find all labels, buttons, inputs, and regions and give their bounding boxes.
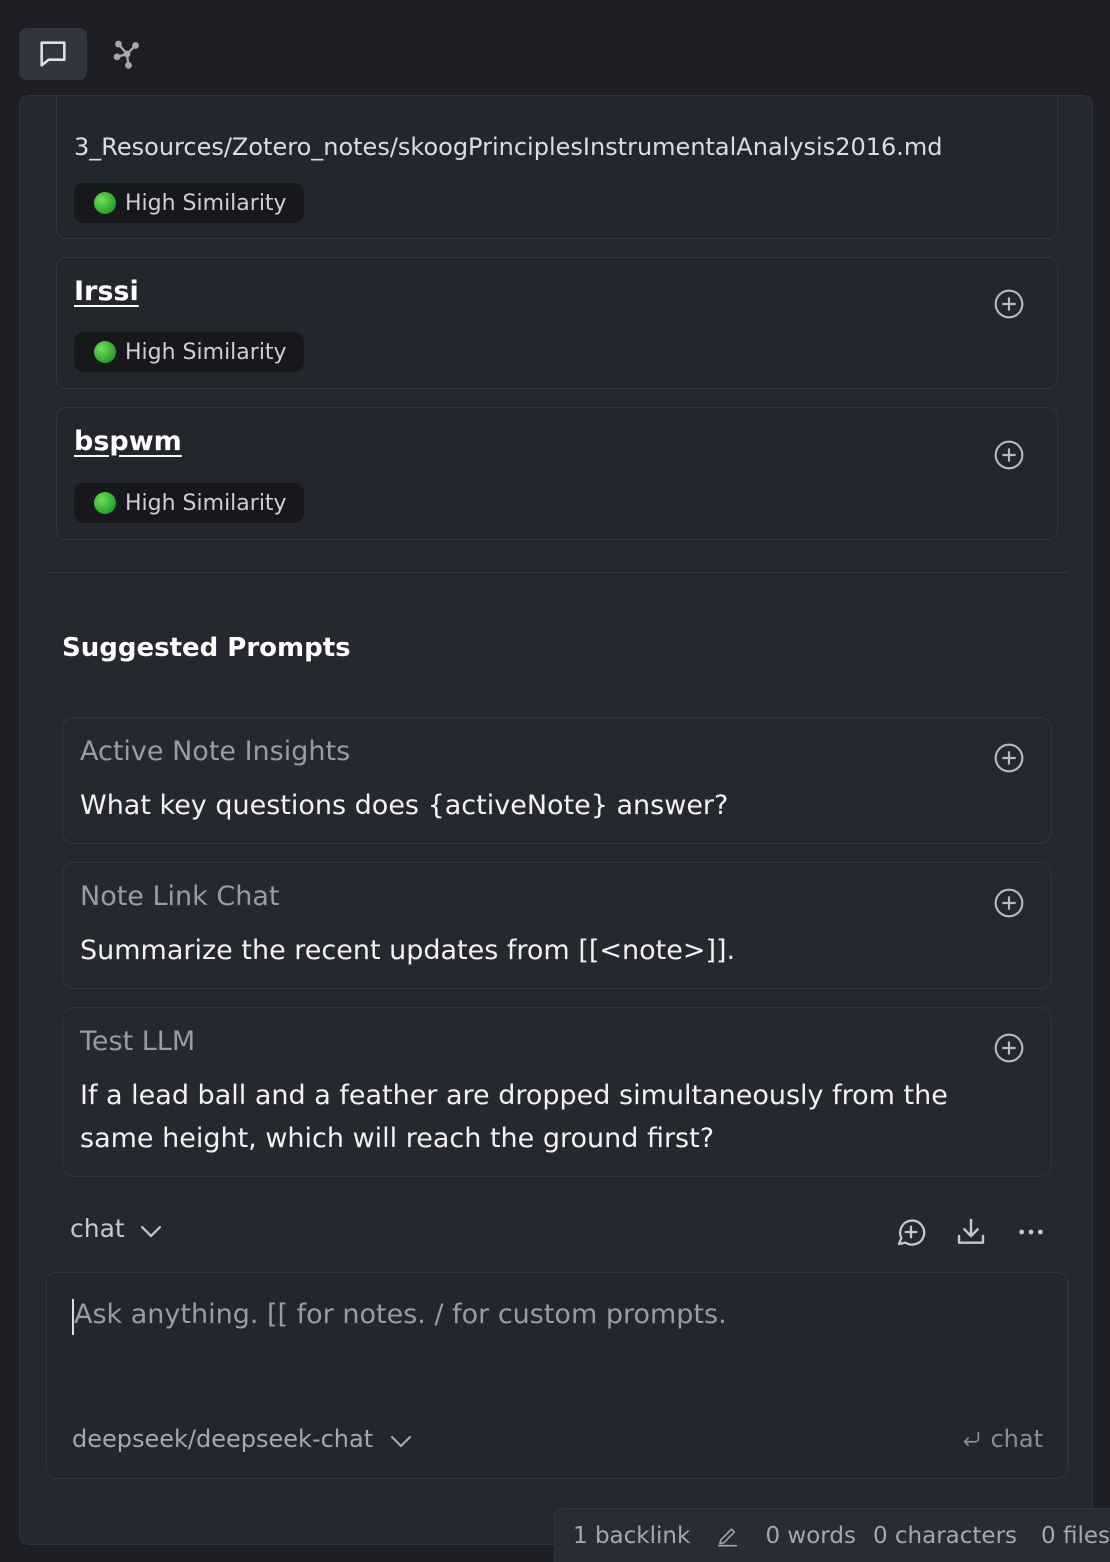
model-label: deepseek/deepseek-chat xyxy=(72,1425,374,1453)
pencil-icon[interactable] xyxy=(716,1521,739,1551)
similarity-label: High Similarity xyxy=(125,490,287,516)
tab-relevant-notes[interactable] xyxy=(95,28,159,80)
green-circle-icon xyxy=(94,492,116,514)
chat-input[interactable]: Ask anything. [[ for notes. / for custom… xyxy=(74,1299,727,1330)
new-chat-icon xyxy=(897,1219,926,1246)
chevron-down-icon xyxy=(140,1225,161,1238)
prompt-title: Note Link Chat xyxy=(80,881,280,912)
relevant-note-card[interactable]: Irssi High Similarity xyxy=(56,257,1058,389)
graph-icon xyxy=(113,40,139,69)
word-count: 0 words xyxy=(765,1522,856,1549)
plus-circle-icon xyxy=(994,743,1024,773)
chat-mode-dropdown[interactable]: chat xyxy=(70,1214,163,1243)
use-prompt-button[interactable] xyxy=(992,886,1026,920)
prompt-text: If a lead ball and a feather are dropped… xyxy=(80,1080,948,1154)
chevron-down-icon xyxy=(391,1435,412,1448)
green-circle-icon xyxy=(94,341,116,363)
more-options-button[interactable] xyxy=(1013,1214,1049,1250)
prompt-title: Active Note Insights xyxy=(80,736,351,767)
send-button[interactable]: chat xyxy=(960,1425,1043,1453)
more-icon xyxy=(1019,1229,1043,1235)
note-path[interactable]: 3_Resources/Zotero_notes/skoogPrinciples… xyxy=(74,133,943,161)
add-to-context-button[interactable] xyxy=(992,438,1026,472)
relevant-note-card[interactable]: 3_Resources/Zotero_notes/skoogPrinciples… xyxy=(56,96,1058,239)
plus-circle-icon xyxy=(994,440,1024,470)
backlink-count[interactable]: 1 backlink xyxy=(573,1523,690,1549)
message-square-icon xyxy=(40,41,66,67)
prompt-text: Summarize the recent updates from [[<not… xyxy=(80,935,736,966)
similarity-badge: High Similarity xyxy=(74,183,304,223)
suggested-prompt-card[interactable]: Active Note Insights What key questions … xyxy=(62,717,1052,844)
plus-circle-icon xyxy=(994,1033,1024,1063)
suggested-prompt-card[interactable]: Note Link Chat Summarize the recent upda… xyxy=(62,862,1052,989)
similarity-badge: High Similarity xyxy=(74,332,304,372)
file-count: 0 files xyxy=(1041,1522,1110,1549)
prompt-title: Test LLM xyxy=(80,1026,196,1057)
similarity-label: High Similarity xyxy=(125,190,287,216)
prompt-text: What key questions does {activeNote} ans… xyxy=(80,790,729,821)
plus-circle-icon xyxy=(994,888,1024,918)
download-icon xyxy=(957,1218,985,1244)
send-label: chat xyxy=(990,1425,1043,1453)
suggested-prompts-heading: Suggested Prompts xyxy=(62,633,351,663)
chat-mode-label: chat xyxy=(70,1214,125,1243)
use-prompt-button[interactable] xyxy=(992,1031,1026,1065)
tab-chat[interactable] xyxy=(19,28,87,80)
note-title-link[interactable]: Irssi xyxy=(74,276,139,307)
similarity-label: High Similarity xyxy=(125,339,287,365)
copilot-panel: 3_Resources/Zotero_notes/skoogPrinciples… xyxy=(19,95,1093,1545)
character-count: 0 characters xyxy=(872,1522,1018,1549)
new-chat-button[interactable] xyxy=(893,1214,929,1250)
note-title-link[interactable]: bspwm xyxy=(74,426,182,457)
green-circle-icon xyxy=(94,192,116,214)
save-chat-button[interactable] xyxy=(953,1214,989,1250)
model-dropdown[interactable]: deepseek/deepseek-chat xyxy=(72,1425,413,1453)
status-bar: 1 backlink 0 words 0 characters 0 files xyxy=(554,1508,1110,1562)
use-prompt-button[interactable] xyxy=(992,741,1026,775)
plus-circle-icon xyxy=(994,289,1024,319)
chat-toolbar: chat xyxy=(68,1206,1056,1256)
chat-input-box[interactable]: Ask anything. [[ for notes. / for custom… xyxy=(46,1272,1068,1479)
similarity-badge: High Similarity xyxy=(74,483,304,523)
view-tab-bar xyxy=(19,28,159,80)
suggested-prompt-card[interactable]: Test LLM If a lead ball and a feather ar… xyxy=(62,1007,1052,1177)
section-divider xyxy=(46,572,1068,573)
enter-key-icon xyxy=(964,1431,980,1447)
relevant-note-card[interactable]: bspwm High Similarity xyxy=(56,407,1058,540)
add-to-context-button[interactable] xyxy=(992,287,1026,321)
